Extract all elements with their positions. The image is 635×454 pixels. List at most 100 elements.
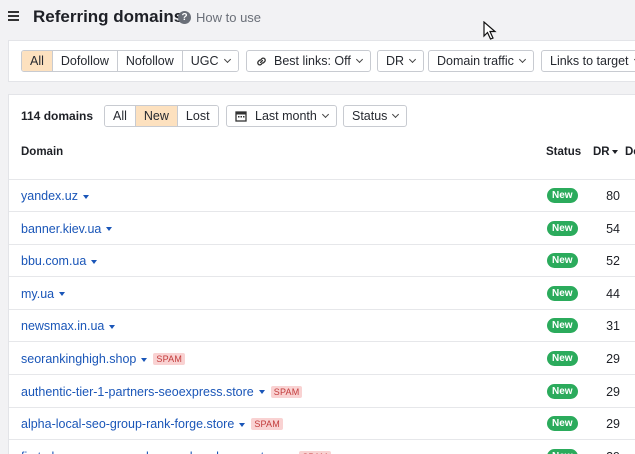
domain-text: alpha-local-seo-group-rank-forge.store (21, 417, 235, 432)
sort-desc-icon (611, 150, 618, 154)
domain-text: my.ua (21, 286, 55, 301)
table-row: bbu.com.ua New 52 (9, 244, 635, 278)
new-lost-tabs: All New Lost (104, 105, 219, 127)
best-links-label: Best links: Off (274, 54, 351, 68)
table-row: banner.kiev.ua New 54 (9, 212, 635, 245)
column-header-status[interactable]: Status (546, 146, 581, 158)
domain-traffic-dropdown[interactable]: Domain traffic (428, 50, 534, 72)
table-row: my.ua New 44 (9, 277, 635, 310)
domain-link[interactable]: alpha-local-seo-group-rank-forge.store SP… (21, 417, 283, 431)
links-to-target-label: Links to target (550, 54, 629, 68)
status-badge: New (547, 253, 578, 269)
dr-value: 54 (606, 221, 620, 236)
status-badge: New (547, 416, 578, 432)
table-row: authentic-tier-1-partners-seoexpress.sto… (9, 375, 635, 408)
status-badge: New (547, 351, 578, 366)
table-row: yandex.uz New 80 (9, 179, 635, 212)
caret-down-icon[interactable] (141, 357, 148, 362)
domain-count: 114 domains (21, 109, 94, 123)
menu-icon[interactable] (8, 11, 19, 21)
chevron-down-icon (409, 55, 417, 64)
status-badge: New (547, 448, 578, 454)
tab-lost[interactable]: Lost (177, 106, 218, 126)
caret-down-icon[interactable] (109, 324, 116, 329)
chevron-down-icon (355, 55, 363, 64)
how-to-use-label: How to use (196, 10, 262, 25)
domain-link[interactable]: banner.kiev.ua (21, 221, 113, 236)
links-to-target-dropdown[interactable]: Links to target (541, 50, 635, 72)
status-badge: New (547, 188, 578, 203)
domain-link[interactable]: authentic-tier-1-partners-seoexpress.sto… (21, 384, 303, 399)
spam-badge: SPAM (153, 353, 186, 365)
mouse-cursor-icon (483, 21, 497, 40)
column-header-domain[interactable]: Domain (21, 146, 63, 158)
status-dropdown[interactable]: Status (343, 105, 408, 127)
domain-text: seorankinghigh.shop (21, 352, 137, 366)
table-row: alpha-local-seo-group-rank-forge.store SP… (9, 407, 635, 441)
filter-ugc[interactable]: UGC (182, 51, 238, 71)
dr-dropdown[interactable]: DR (377, 50, 425, 72)
status-badge: New (547, 318, 578, 334)
dr-value: 80 (606, 189, 620, 203)
table-row: first-class-seoexpress-keyword-exchange.… (9, 440, 635, 454)
page-title: Referring domains (33, 7, 184, 26)
domain-text: newsmax.in.ua (21, 319, 105, 334)
spam-badge: SPAM (270, 385, 303, 398)
domain-link[interactable]: seorankinghigh.shop SPAM (21, 352, 186, 366)
domain-link[interactable]: my.ua (21, 286, 66, 301)
domain-traffic-label: Domain traffic (437, 54, 514, 68)
status-badge: New (547, 220, 578, 236)
caret-down-icon[interactable] (82, 194, 89, 199)
table-row: newsmax.in.ua New 31 (9, 309, 635, 343)
domain-text: banner.kiev.ua (21, 221, 102, 236)
chevron-down-icon (518, 55, 526, 64)
how-to-use-link[interactable]: ? How to use (178, 10, 261, 25)
caret-down-icon[interactable] (239, 422, 246, 427)
status-badge: New (547, 285, 578, 301)
table-row: seorankinghigh.shop SPAM New 29 (9, 342, 635, 375)
domain-text: first-class-seoexpress-keyword-exchange.… (21, 450, 282, 454)
domain-text: yandex.uz (21, 189, 78, 203)
caret-down-icon[interactable] (258, 390, 265, 395)
dr-header-label: DR (593, 146, 610, 158)
filter-bar: All Dofollow Nofollow UGC Best links: Of… (8, 40, 635, 82)
dr-value: 31 (606, 319, 620, 334)
date-range-label: Last month (255, 109, 317, 123)
dr-value: 29 (606, 417, 620, 432)
dr-value: 29 (606, 352, 620, 366)
best-links-dropdown[interactable]: Best links: Off (246, 50, 371, 72)
chevron-down-icon (321, 110, 329, 119)
status-badge: New (547, 383, 578, 399)
caret-down-icon[interactable] (59, 292, 66, 297)
domain-link[interactable]: newsmax.in.ua (21, 319, 116, 334)
caret-down-icon[interactable] (91, 259, 98, 264)
column-header-next[interactable]: Do (625, 146, 635, 158)
domain-link[interactable]: bbu.com.ua (21, 254, 98, 269)
domain-link[interactable]: yandex.uz (21, 189, 89, 203)
column-header-dr[interactable]: DR (593, 146, 618, 158)
chevron-down-icon (223, 55, 231, 64)
dr-value: 29 (606, 384, 620, 399)
caret-down-icon[interactable] (106, 227, 113, 232)
filter-nofollow[interactable]: Nofollow (117, 51, 183, 71)
domain-link[interactable]: first-class-seoexpress-keyword-exchange.… (21, 450, 331, 454)
status-filter-label: Status (352, 109, 388, 123)
filter-dofollow[interactable]: Dofollow (52, 51, 118, 71)
tab-new[interactable]: New (135, 106, 178, 126)
filter-all[interactable]: All (22, 51, 53, 71)
tab-all[interactable]: All (105, 106, 136, 126)
results-panel: 114 domains All New Lost Last month Stat… (8, 94, 635, 454)
link-icon (257, 57, 266, 65)
calendar-icon (235, 111, 247, 122)
dr-label: DR (386, 54, 405, 68)
top-bar: Referring domains ? How to use (0, 0, 635, 36)
date-range-dropdown[interactable]: Last month (226, 105, 337, 127)
dr-value: 29 (594, 450, 620, 454)
help-icon: ? (178, 11, 191, 24)
link-type-filter: All Dofollow Nofollow UGC (21, 50, 239, 72)
domain-text: bbu.com.ua (21, 254, 87, 269)
dr-value: 44 (606, 286, 620, 301)
domain-text: authentic-tier-1-partners-seoexpress.sto… (21, 384, 254, 399)
spam-badge: SPAM (251, 418, 283, 431)
dr-value: 52 (606, 254, 620, 269)
